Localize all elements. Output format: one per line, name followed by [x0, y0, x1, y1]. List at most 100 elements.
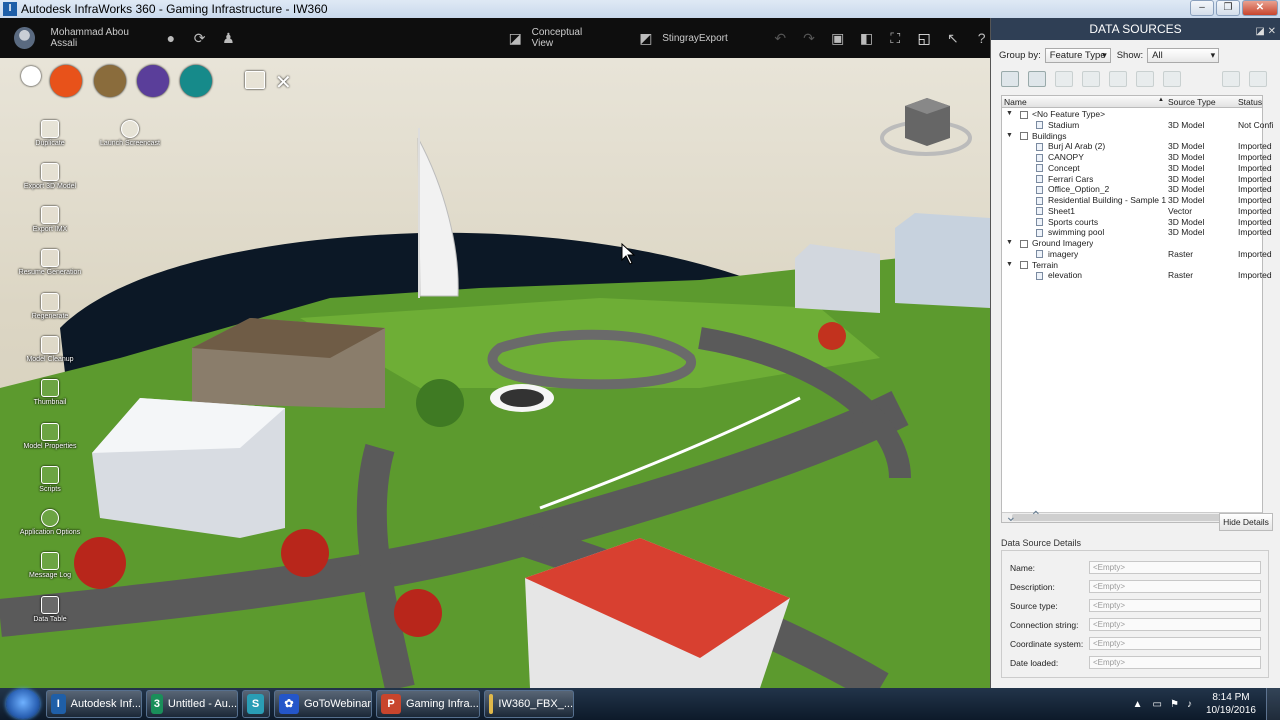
- import-icon[interactable]: [1249, 71, 1267, 87]
- taskbar-item[interactable]: IW360_FBX_...: [484, 690, 574, 718]
- tree-group-row[interactable]: ▼ Terrain: [1002, 260, 1262, 271]
- show-desktop-button[interactable]: [1266, 688, 1280, 720]
- help-icon[interactable]: ?: [973, 29, 990, 47]
- data-sources-icon[interactable]: ◱: [916, 29, 933, 47]
- start-button[interactable]: [6, 689, 40, 719]
- refresh-icon[interactable]: [1082, 71, 1100, 87]
- tree-item-row[interactable]: Sheet1 Vector Imported: [1002, 206, 1272, 217]
- tree-item-row[interactable]: Residential Building - Sample 1 3D Model I…: [1002, 195, 1272, 206]
- taskbar-item[interactable]: 3 Untitled - Au...: [146, 690, 238, 718]
- data-table-tool[interactable]: Data Table: [4, 596, 96, 623]
- tree-item-row[interactable]: swimming pool 3D Model Imported: [1002, 227, 1272, 238]
- tree-group-row[interactable]: ▼ Ground Imagery: [1002, 238, 1262, 249]
- tree-item-row[interactable]: Stadium 3D Model Not Confi: [1002, 120, 1273, 131]
- thumbnail-tool[interactable]: Thumbnail: [4, 379, 96, 406]
- user-name[interactable]: Mohammad Abou Assali: [51, 27, 151, 49]
- sync-icon[interactable]: ⟳: [191, 29, 208, 47]
- launch-screencast-tool[interactable]: Launch Screencast: [84, 120, 176, 147]
- account-icon[interactable]: ♟: [220, 29, 237, 47]
- expand-all-icon[interactable]: ⌄: [1005, 508, 1017, 525]
- present-mode-button[interactable]: [180, 65, 212, 97]
- taskbar-item[interactable]: P Gaming Infra...: [376, 690, 480, 718]
- group-by-select[interactable]: Feature Type: [1044, 47, 1111, 63]
- tree-item-row[interactable]: imagery Raster Imported: [1002, 249, 1272, 260]
- group-checkbox[interactable]: [1020, 110, 1028, 119]
- detail-connection-field[interactable]: <Empty>: [1089, 618, 1261, 631]
- maximize-button[interactable]: ❐: [1216, 0, 1240, 16]
- group-checkbox[interactable]: [1020, 132, 1028, 140]
- expand-toggle-icon[interactable]: ▼: [1006, 131, 1013, 142]
- fullscreen-icon[interactable]: ⛶: [887, 29, 904, 47]
- home-mode-button[interactable]: [21, 66, 41, 86]
- message-log-tool[interactable]: Message Log: [4, 552, 96, 579]
- application-options-tool[interactable]: Application Options: [4, 509, 96, 536]
- analyze-mode-button[interactable]: [94, 65, 126, 97]
- column-name[interactable]: Name: [1004, 97, 1027, 107]
- user-avatar-icon[interactable]: [14, 27, 35, 49]
- minimize-button[interactable]: –: [1190, 0, 1214, 16]
- resume-generation-tool[interactable]: Resume Generation: [4, 249, 96, 276]
- add-source-icon[interactable]: [1001, 71, 1019, 87]
- detail-description-field[interactable]: <Empty>: [1089, 580, 1261, 593]
- export-3d-model-tool[interactable]: Export 3D Model: [4, 163, 96, 190]
- tree-item-row[interactable]: Office_Option_2 3D Model Imported: [1002, 184, 1272, 195]
- delete-icon[interactable]: [1109, 71, 1127, 87]
- detail-name-field[interactable]: <Empty>: [1089, 561, 1261, 574]
- visual-style-icon[interactable]: ◪: [507, 29, 524, 47]
- close-button[interactable]: ✕: [1242, 0, 1278, 16]
- configure-icon[interactable]: [1055, 71, 1073, 87]
- save-icon[interactable]: [1028, 71, 1046, 87]
- pin-close-icon[interactable]: ◪ ✕: [1255, 21, 1276, 43]
- properties-icon[interactable]: [1136, 71, 1154, 87]
- bookmark-icon[interactable]: ▣: [829, 29, 846, 47]
- model-cleanup-tool[interactable]: Model Cleanup: [4, 336, 96, 363]
- tree-item-row[interactable]: CANOPY 3D Model Imported: [1002, 152, 1272, 163]
- tools-icon[interactable]: ✕: [275, 70, 292, 95]
- stingray-export-icon[interactable]: ◩: [637, 29, 654, 47]
- tray-arrow-icon[interactable]: ▲: [1133, 699, 1143, 710]
- duplicate-tool[interactable]: Duplicate: [4, 120, 96, 147]
- taskbar-item[interactable]: ✿ GoToWebinar: [274, 690, 372, 718]
- detail-date-field[interactable]: <Empty>: [1089, 656, 1261, 669]
- build-mode-button[interactable]: [50, 65, 82, 97]
- export-imx-tool[interactable]: Export IMX: [4, 206, 96, 233]
- tree-item-row[interactable]: Sports courts 3D Model Imported: [1002, 217, 1272, 228]
- expand-toggle-icon[interactable]: ▼: [1006, 109, 1013, 120]
- tree-item-row[interactable]: Concept 3D Model Imported: [1002, 163, 1272, 174]
- tray-flag-icon[interactable]: ⚑: [1170, 699, 1179, 710]
- group-checkbox[interactable]: [1020, 261, 1028, 269]
- table-view-icon[interactable]: [1163, 71, 1181, 87]
- presentation-icon[interactable]: [245, 71, 265, 89]
- stingray-export-button[interactable]: StingrayExport: [662, 33, 728, 44]
- tray-volume-icon[interactable]: ♪: [1187, 699, 1192, 710]
- 3d-viewport[interactable]: [0, 58, 990, 688]
- show-select[interactable]: All: [1147, 47, 1220, 63]
- tree-item-row[interactable]: elevation Raster Imported: [1002, 270, 1272, 281]
- conceptual-view-button[interactable]: Conceptual View: [532, 27, 602, 49]
- collapse-all-icon[interactable]: ⌃: [1030, 508, 1042, 525]
- expand-toggle-icon[interactable]: ▼: [1006, 260, 1013, 271]
- status-circle-icon[interactable]: ●: [163, 29, 180, 47]
- tree-group-row[interactable]: ▼ <No Feature Type>: [1002, 109, 1262, 120]
- undo-icon[interactable]: ↶: [772, 29, 789, 47]
- tree-item-row[interactable]: Ferrari Cars 3D Model Imported: [1002, 174, 1272, 185]
- tree-item-row[interactable]: Burj Al Arab (2) 3D Model Imported: [1002, 141, 1272, 152]
- hide-details-button[interactable]: Hide Details: [1219, 513, 1273, 531]
- redo-icon[interactable]: ↷: [801, 29, 818, 47]
- model-properties-tool[interactable]: Model Properties: [4, 423, 96, 450]
- column-status[interactable]: Status: [1238, 97, 1262, 107]
- taskbar-item[interactable]: I Autodesk Inf...: [46, 690, 142, 718]
- scripts-tool[interactable]: Scripts: [4, 466, 96, 493]
- select-arrow-icon[interactable]: ↖: [944, 29, 961, 47]
- tree-group-row[interactable]: ▼ Buildings: [1002, 131, 1262, 142]
- taskbar-item[interactable]: S: [242, 690, 270, 718]
- export-icon[interactable]: [1222, 71, 1240, 87]
- detail-source-type-field[interactable]: <Empty>: [1089, 599, 1261, 612]
- regenerate-tool[interactable]: Regenerate: [4, 293, 96, 320]
- design-mode-button[interactable]: [137, 65, 169, 97]
- panel-icon[interactable]: ◧: [858, 29, 875, 47]
- column-source-type[interactable]: Source Type: [1168, 97, 1216, 107]
- group-checkbox[interactable]: [1020, 239, 1028, 248]
- tray-network-icon[interactable]: ▭: [1153, 699, 1162, 710]
- expand-toggle-icon[interactable]: ▼: [1006, 238, 1013, 249]
